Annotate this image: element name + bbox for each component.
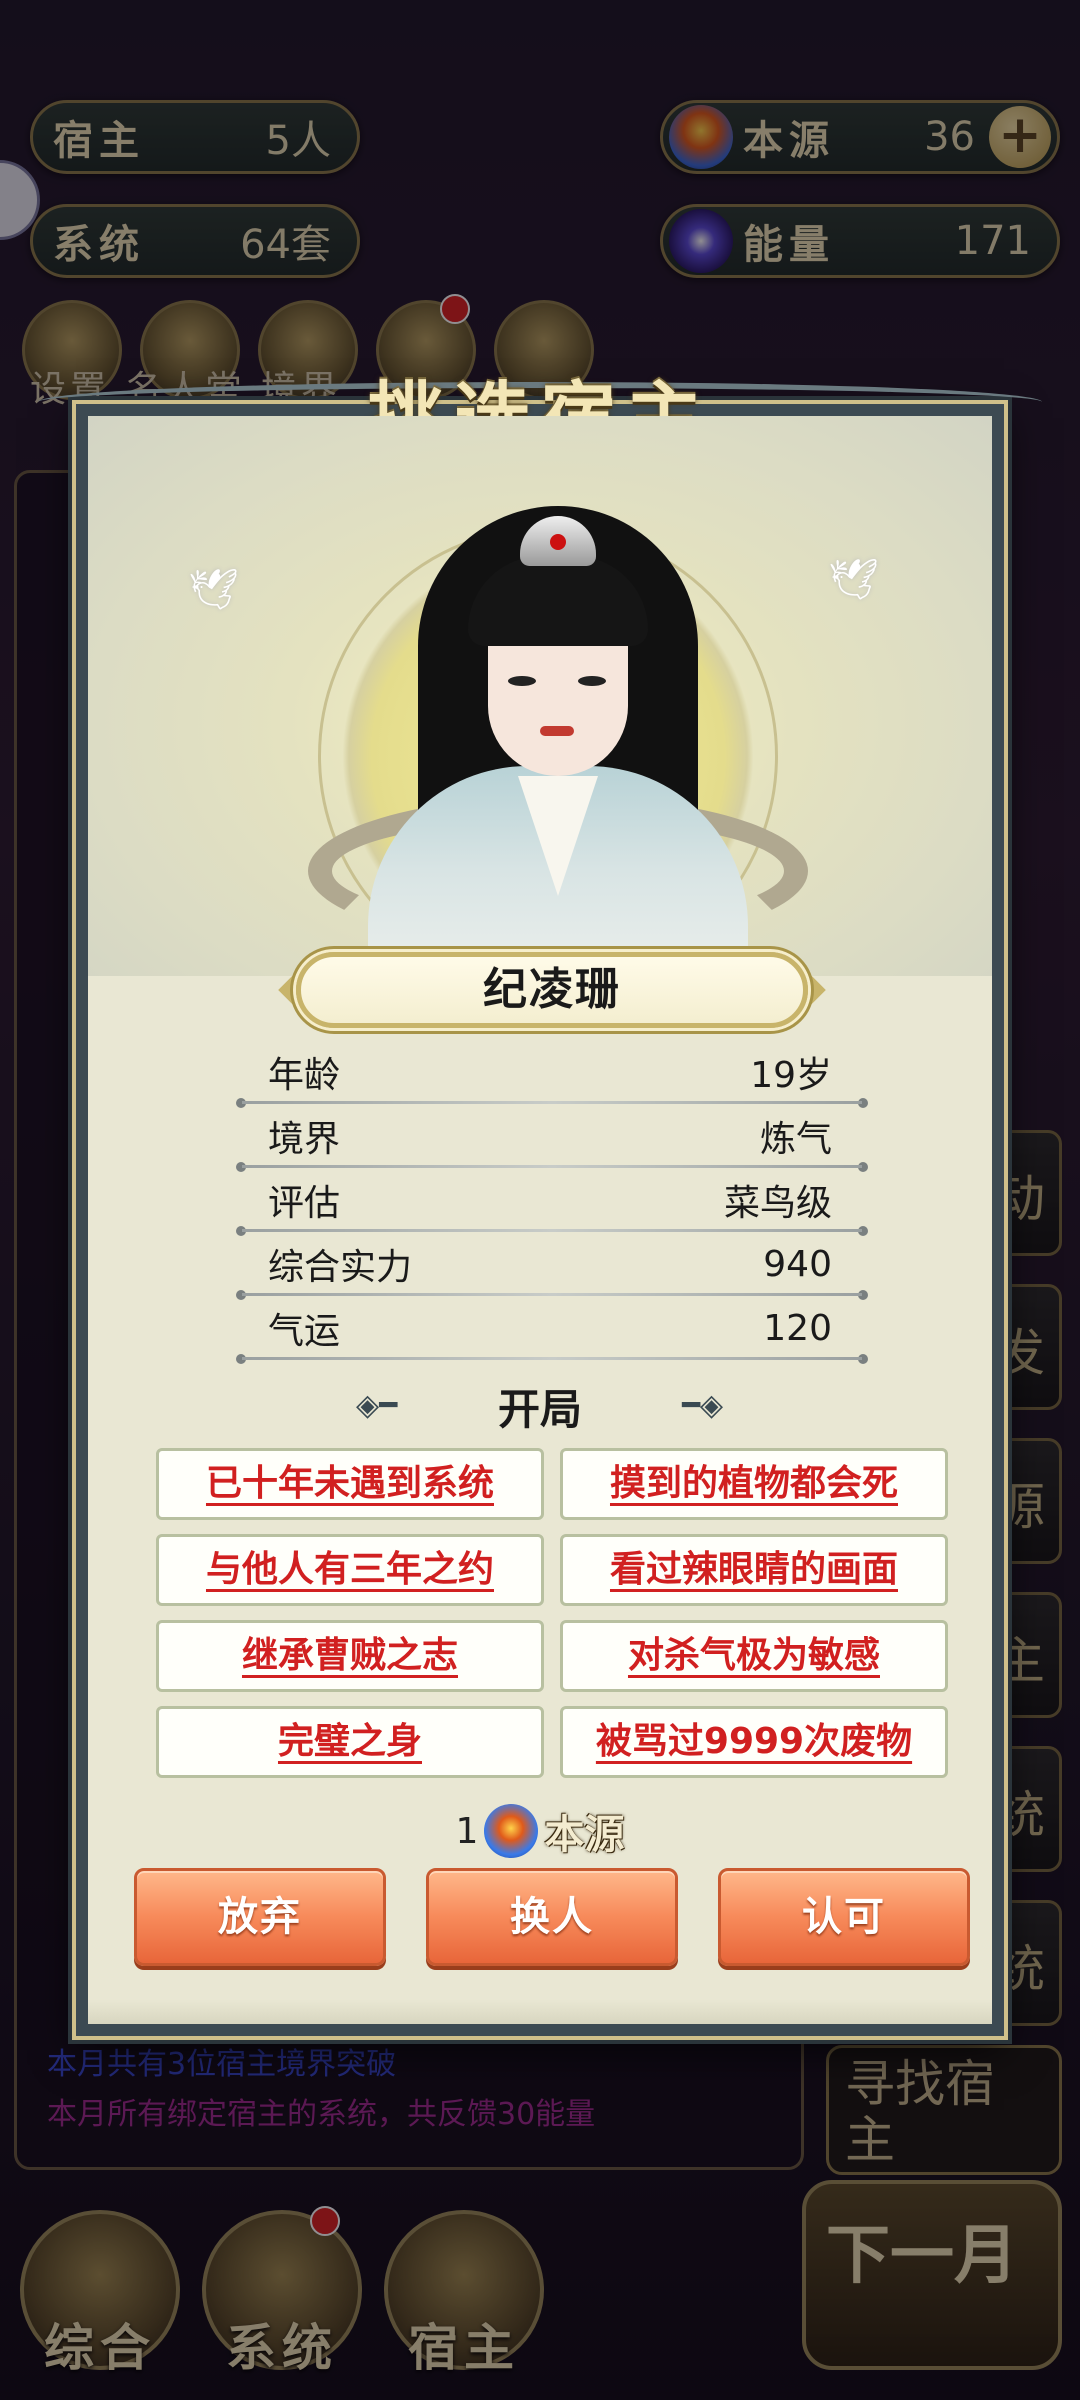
trait-card[interactable]: 与他人有三年之约 <box>156 1534 544 1606</box>
stat-label: 评估 <box>268 1183 341 1224</box>
stat-label: 综合实力 <box>268 1247 413 1288</box>
opening-title: 开局 <box>497 1385 582 1434</box>
diamond-ornament-right-icon: ━◈ <box>682 1388 724 1423</box>
stat-row-power: 综合实力 940 <box>232 1232 872 1300</box>
trait-card[interactable]: 已十年未遇到系统 <box>156 1448 544 1520</box>
dialog-frame-bottom <box>88 2000 992 2024</box>
bird-icon: 🕊 <box>188 567 239 613</box>
cost-currency: 本源 <box>544 1812 625 1858</box>
stat-value: 19岁 <box>750 1055 832 1096</box>
character-name: 纪凌珊 <box>296 952 808 1028</box>
approve-button[interactable]: 认可 <box>718 1868 970 1966</box>
stat-value: 120 <box>763 1307 832 1349</box>
bird-icon: 🕊 <box>828 557 879 603</box>
select-host-dialog: 挑选宿主 🕊 🕊 纪凌珊 年龄 19岁 境界 炼气 评估 菜鸟级 <box>38 373 1042 2040</box>
trait-card[interactable]: 摸到的植物都会死 <box>560 1448 948 1520</box>
stat-value: 菜鸟级 <box>723 1183 832 1224</box>
action-buttons: 放弃 换人 认可 <box>134 1868 970 1966</box>
portrait-lips <box>540 726 574 736</box>
abandon-button[interactable]: 放弃 <box>134 1868 386 1966</box>
stat-label: 气运 <box>268 1311 341 1352</box>
stat-row-rating: 评估 菜鸟级 <box>232 1168 872 1236</box>
stat-row-age: 年龄 19岁 <box>232 1040 872 1108</box>
stat-value: 炼气 <box>759 1119 832 1160</box>
stat-row-luck: 气运 120 <box>232 1296 872 1364</box>
trait-card[interactable]: 继承曹贼之志 <box>156 1620 544 1692</box>
trait-card[interactable]: 看过辣眼睛的画面 <box>560 1534 948 1606</box>
stat-value: 940 <box>763 1243 832 1285</box>
trait-card[interactable]: 被骂过9999次废物 <box>560 1706 948 1778</box>
stat-label: 年龄 <box>268 1055 341 1096</box>
character-portrait: 🕊 🕊 <box>88 416 992 976</box>
portrait-eye <box>578 676 606 686</box>
opening-traits-grid: 已十年未遇到系统 摸到的植物都会死 与他人有三年之约 看过辣眼睛的画面 继承曹贼… <box>156 1448 948 1778</box>
source-orb-icon <box>484 1804 539 1858</box>
stat-row-realm: 境界 炼气 <box>232 1104 872 1172</box>
trait-card[interactable]: 对杀气极为敏感 <box>560 1620 948 1692</box>
trait-card[interactable]: 完璧之身 <box>156 1706 544 1778</box>
crown-gem <box>550 534 566 550</box>
cost-amount: 1 <box>455 1810 479 1852</box>
swap-button[interactable]: 换人 <box>426 1868 678 1966</box>
stats-list: 年龄 19岁 境界 炼气 评估 菜鸟级 综合实力 940 气运 120 <box>232 1040 872 1364</box>
stat-label: 境界 <box>268 1119 341 1160</box>
portrait-eye <box>508 676 536 686</box>
swap-cost: 1 本源 <box>88 1802 992 1860</box>
